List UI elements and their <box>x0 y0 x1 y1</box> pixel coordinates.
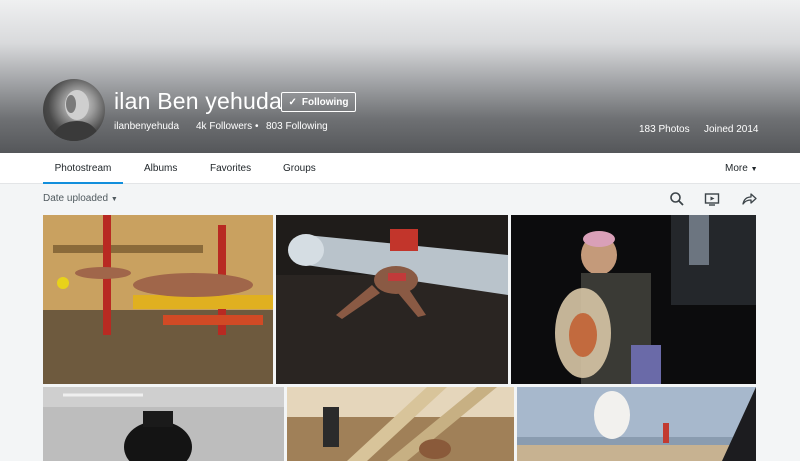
share-icon[interactable] <box>741 191 757 207</box>
following-button[interactable]: ✓ Following <box>281 92 356 112</box>
joined-date: Joined 2014 <box>704 124 759 135</box>
photo-image <box>287 387 514 461</box>
photo-woman-reading[interactable] <box>276 215 508 384</box>
search-icon[interactable] <box>669 191 685 207</box>
more-label: More <box>725 163 748 174</box>
profile-name: ilan Ben yehuda <box>114 88 282 114</box>
photos-count: 183 Photos <box>639 124 690 135</box>
chevron-down-icon: ▼ <box>110 196 118 203</box>
avatar[interactable] <box>43 79 105 141</box>
tab-albums[interactable]: Albums <box>144 153 177 184</box>
more-menu[interactable]: More ▼ <box>725 153 758 184</box>
check-icon: ✓ <box>288 96 297 108</box>
following-label: Following <box>301 96 349 108</box>
sort-dropdown[interactable]: Date uploaded ▼ <box>43 193 118 204</box>
photostream-toolbar: Date uploaded ▼ <box>0 184 800 215</box>
photo-jumping-dog[interactable] <box>517 387 756 461</box>
chevron-down-icon: ▼ <box>750 166 758 173</box>
photo-lifeguard-stairs[interactable] <box>287 387 514 461</box>
tab-photostream[interactable]: Photostream <box>43 153 123 184</box>
profile-cover: ilan Ben yehuda ✓ Following ilanbenyehud… <box>0 0 800 153</box>
photo-image <box>276 215 508 384</box>
photo-bw-road[interactable] <box>43 387 284 461</box>
photo-image <box>517 387 756 461</box>
photo-gym-sunbather[interactable] <box>43 215 273 384</box>
sort-label: Date uploaded <box>43 193 109 204</box>
username: ilanbenyehuda <box>114 121 180 132</box>
photo-image <box>43 215 273 384</box>
slideshow-icon[interactable] <box>704 191 720 207</box>
tab-favorites[interactable]: Favorites <box>210 153 251 184</box>
avatar-portrait <box>51 90 101 141</box>
profile-tabs: Photostream Albums Favorites Groups More… <box>0 153 800 184</box>
meta-separator: • <box>255 121 259 132</box>
followers-count[interactable]: 4k Followers <box>196 121 252 132</box>
photo-image <box>511 215 756 384</box>
photo-image <box>43 387 284 461</box>
photo-woman-with-bag[interactable] <box>511 215 756 384</box>
tab-groups[interactable]: Groups <box>283 153 316 184</box>
following-count[interactable]: 803 Following <box>266 121 328 132</box>
